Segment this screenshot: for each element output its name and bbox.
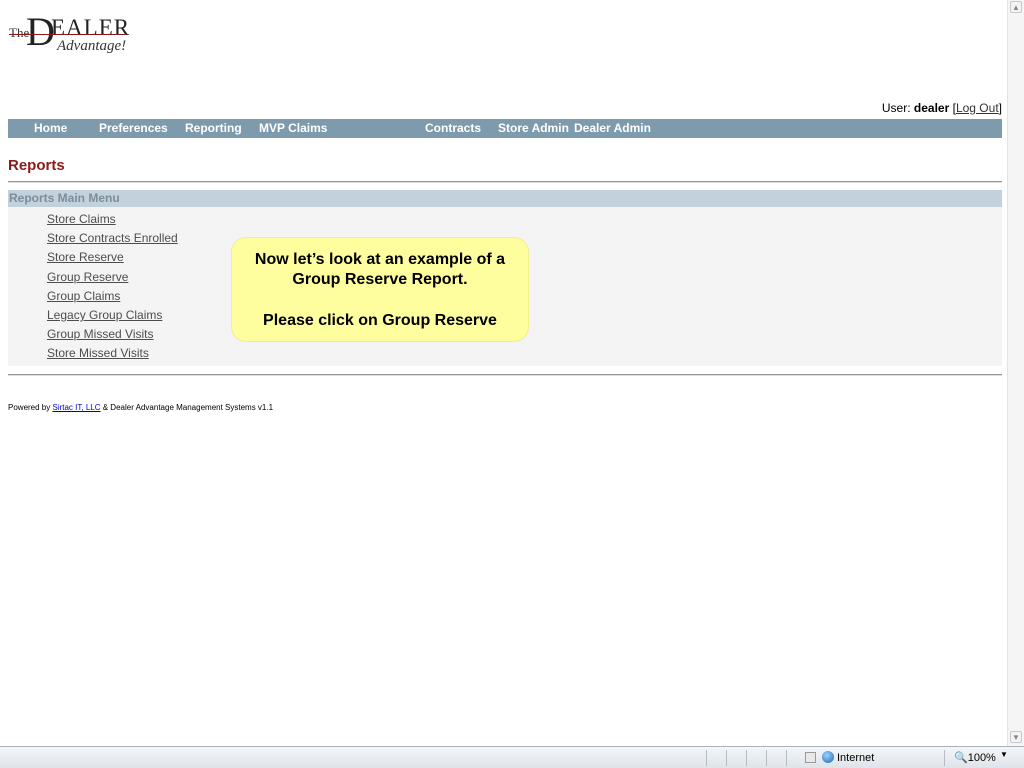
report-link-store-claims[interactable]: Store Claims [47, 212, 116, 226]
list-item: Store Missed Visits [47, 346, 178, 365]
callout-line-2: Group Reserve Report. [292, 271, 468, 288]
list-item: Store Contracts Enrolled [47, 231, 178, 250]
report-link-store-reserve[interactable]: Store Reserve [47, 250, 124, 264]
list-item: Store Claims [47, 212, 178, 231]
status-separator [726, 750, 727, 766]
divider-bottom-shadow [8, 375, 1002, 376]
report-link-legacy-group-claims[interactable]: Legacy Group Claims [47, 308, 162, 322]
status-separator [944, 750, 945, 766]
security-zone[interactable]: Internet [822, 751, 874, 764]
callout-line-3: Please click on Group Reserve [263, 312, 497, 329]
status-separator [766, 750, 767, 766]
status-separator [706, 750, 707, 766]
user-prefix: User: [881, 101, 911, 115]
zoom-control[interactable]: 🔍100% [954, 751, 996, 764]
vertical-scrollbar[interactable]: ▲ ▼ [1007, 0, 1024, 746]
scroll-up-arrow-icon[interactable]: ▲ [1010, 1, 1022, 13]
footer: Powered by Sirtac IT, LLC & Dealer Advan… [8, 403, 273, 412]
nav-contracts[interactable]: Contracts [425, 121, 481, 135]
status-separator [786, 750, 787, 766]
logo-advantage: Advantage! [57, 38, 127, 54]
reports-menu-header: Reports Main Menu [8, 190, 1002, 207]
tutorial-callout: Now let’s look at an example of a Group … [232, 238, 528, 341]
nav-dealer-admin[interactable]: Dealer Admin [574, 121, 651, 135]
footer-vendor-link[interactable]: Sirtac IT, LLC [52, 403, 100, 412]
user-name: dealer [913, 101, 950, 115]
browser-status-bar: Internet 🔍100% ▼ [0, 746, 1024, 768]
list-item: Store Reserve [47, 250, 178, 269]
report-link-group-missed-visits[interactable]: Group Missed Visits [47, 327, 153, 341]
zoom-level: 100% [967, 752, 996, 764]
callout-spacer [232, 290, 528, 311]
bracket-close: ] [998, 101, 1002, 115]
status-separator [746, 750, 747, 766]
list-item: Group Reserve [47, 270, 178, 289]
reports-menu-list: Store Claims Store Contracts Enrolled St… [47, 212, 178, 366]
page-title: Reports [8, 157, 65, 174]
report-link-store-contracts-enrolled[interactable]: Store Contracts Enrolled [47, 231, 178, 245]
footer-suffix: & Dealer Advantage Management Systems v1… [102, 403, 274, 412]
nav-preferences[interactable]: Preferences [99, 121, 168, 135]
scroll-down-arrow-icon[interactable]: ▼ [1010, 731, 1022, 743]
footer-prefix: Powered by [8, 403, 51, 412]
security-zone-label: Internet [837, 752, 875, 764]
globe-icon [822, 751, 834, 763]
nav-mvp-claims[interactable]: MVP Claims [259, 121, 327, 135]
main-nav: Home Preferences Reporting MVP Claims Co… [8, 119, 1002, 138]
user-info: User: dealer [Log Out] [882, 101, 1002, 115]
logout-link[interactable]: Log Out [956, 101, 999, 115]
nav-home[interactable]: Home [34, 121, 67, 135]
nav-reporting[interactable]: Reporting [185, 121, 242, 135]
logo-swoosh [9, 34, 125, 35]
protected-mode-icon[interactable] [805, 752, 816, 763]
nav-store-admin[interactable]: Store Admin [498, 121, 569, 135]
zoom-dropdown-icon[interactable]: ▼ [1000, 750, 1008, 759]
dealer-advantage-logo: The D EALER Advantage! [9, 12, 149, 56]
list-item: Group Missed Visits [47, 327, 178, 346]
report-link-store-missed-visits[interactable]: Store Missed Visits [47, 346, 149, 360]
report-link-group-claims[interactable]: Group Claims [47, 289, 120, 303]
callout-line-1: Now let’s look at an example of a [254, 251, 506, 268]
divider-top-shadow [8, 182, 1002, 183]
report-link-group-reserve[interactable]: Group Reserve [47, 270, 128, 284]
list-item: Legacy Group Claims [47, 308, 178, 327]
list-item: Group Claims [47, 289, 178, 308]
magnifier-icon: 🔍 [954, 752, 968, 764]
